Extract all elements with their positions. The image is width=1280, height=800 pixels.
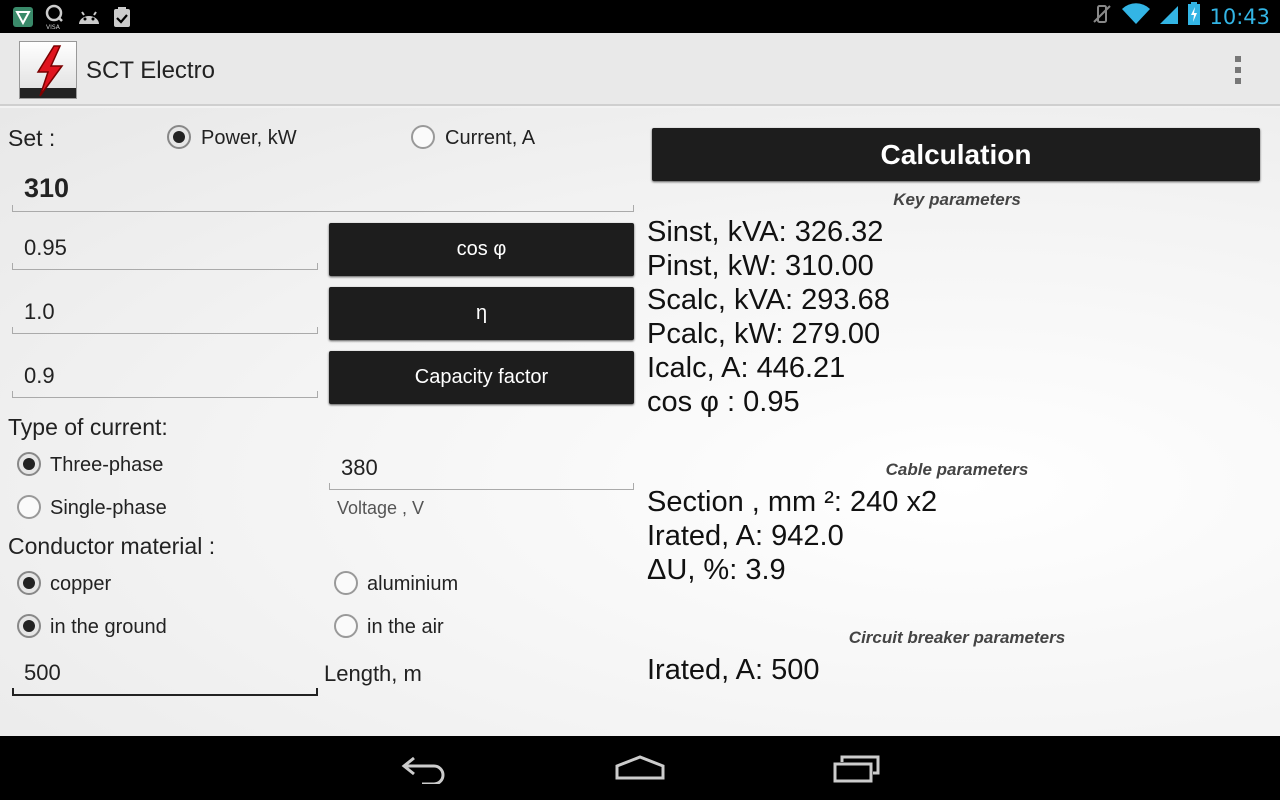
capacity-factor-button[interactable]: Capacity factor <box>329 351 634 404</box>
android-debug-icon <box>76 7 102 32</box>
result-cable-irated: Irated, A: 942.0 <box>647 520 844 552</box>
radio-current-label[interactable]: Current, A <box>445 127 535 150</box>
radio-copper[interactable] <box>17 571 41 595</box>
signal-icon <box>1159 3 1179 30</box>
result-section: Section , mm ²: 240 x2 <box>647 486 938 518</box>
result-sinst: Sinst, kVA: 326.32 <box>647 216 884 248</box>
length-label: Length, m <box>324 661 422 686</box>
main-content: Set : Power, kW Current, A 310 0.95 cos … <box>0 108 1280 736</box>
cos-phi-button[interactable]: cos φ <box>329 223 634 276</box>
voltage-input[interactable]: 380 <box>329 448 634 490</box>
result-pcalc: Pcalc, kW: 279.00 <box>647 318 881 350</box>
radio-three-phase-label[interactable]: Three-phase <box>50 454 163 477</box>
efficiency-input[interactable]: 1.0 <box>12 292 318 334</box>
recent-apps-icon[interactable] <box>832 754 882 789</box>
home-icon[interactable] <box>614 754 666 789</box>
conductor-label: Conductor material : <box>8 533 216 559</box>
radio-in-air[interactable] <box>334 614 358 638</box>
breaker-params-title: Circuit breaker parameters <box>848 628 1066 647</box>
result-scalc: Scalc, kVA: 293.68 <box>647 284 890 316</box>
radio-single-phase[interactable] <box>17 495 41 519</box>
result-voltage-drop: ΔU, %: 3.9 <box>647 554 786 586</box>
radio-power-label[interactable]: Power, kW <box>201 127 297 150</box>
no-vibrate-icon <box>1091 3 1113 30</box>
radio-in-ground-label[interactable]: in the ground <box>50 616 167 639</box>
cable-params-title: Cable parameters <box>885 460 1029 479</box>
radio-in-air-label[interactable]: in the air <box>367 616 444 639</box>
wifi-icon <box>1121 3 1151 30</box>
radio-three-phase[interactable] <box>17 452 41 476</box>
shield-app-icon <box>12 6 34 33</box>
radio-single-phase-label[interactable]: Single-phase <box>50 497 167 520</box>
clipboard-check-icon <box>112 6 132 33</box>
radio-current[interactable] <box>411 125 435 149</box>
status-bar: VISA 10:43 <box>0 0 1280 33</box>
result-icalc: Icalc, A: 446.21 <box>647 352 846 384</box>
overflow-menu-icon[interactable] <box>1228 53 1248 87</box>
length-input[interactable]: 500 <box>12 653 318 696</box>
visa-app-icon: VISA <box>44 4 66 35</box>
app-bar: SCT Electro <box>0 33 1280 106</box>
radio-aluminium-label[interactable]: aluminium <box>367 573 458 596</box>
key-params-title: Key parameters <box>893 190 1021 209</box>
value-input[interactable]: 310 <box>12 166 634 212</box>
radio-copper-label[interactable]: copper <box>50 573 111 596</box>
lightning-bolt-icon[interactable] <box>19 41 77 99</box>
efficiency-button[interactable]: η <box>329 287 634 340</box>
back-icon[interactable] <box>400 754 448 789</box>
radio-in-ground[interactable] <box>17 614 41 638</box>
voltage-label: Voltage , V <box>337 498 425 518</box>
result-pinst: Pinst, kW: 310.00 <box>647 250 874 282</box>
capacity-factor-input[interactable]: 0.9 <box>12 356 318 398</box>
result-breaker-irated: Irated, A: 500 <box>647 654 820 686</box>
navigation-bar <box>0 736 1280 800</box>
battery-charging-icon <box>1187 2 1201 31</box>
current-type-label: Type of current: <box>8 414 168 440</box>
svg-text:VISA: VISA <box>46 24 61 30</box>
set-label: Set : <box>8 125 56 151</box>
app-title: SCT Electro <box>86 57 215 84</box>
radio-power[interactable] <box>167 125 191 149</box>
calculation-button[interactable]: Calculation <box>652 128 1260 181</box>
radio-aluminium[interactable] <box>334 571 358 595</box>
status-time: 10:43 <box>1209 4 1270 29</box>
result-cos-phi: cos φ : 0.95 <box>647 386 800 418</box>
cos-phi-input[interactable]: 0.95 <box>12 228 318 270</box>
